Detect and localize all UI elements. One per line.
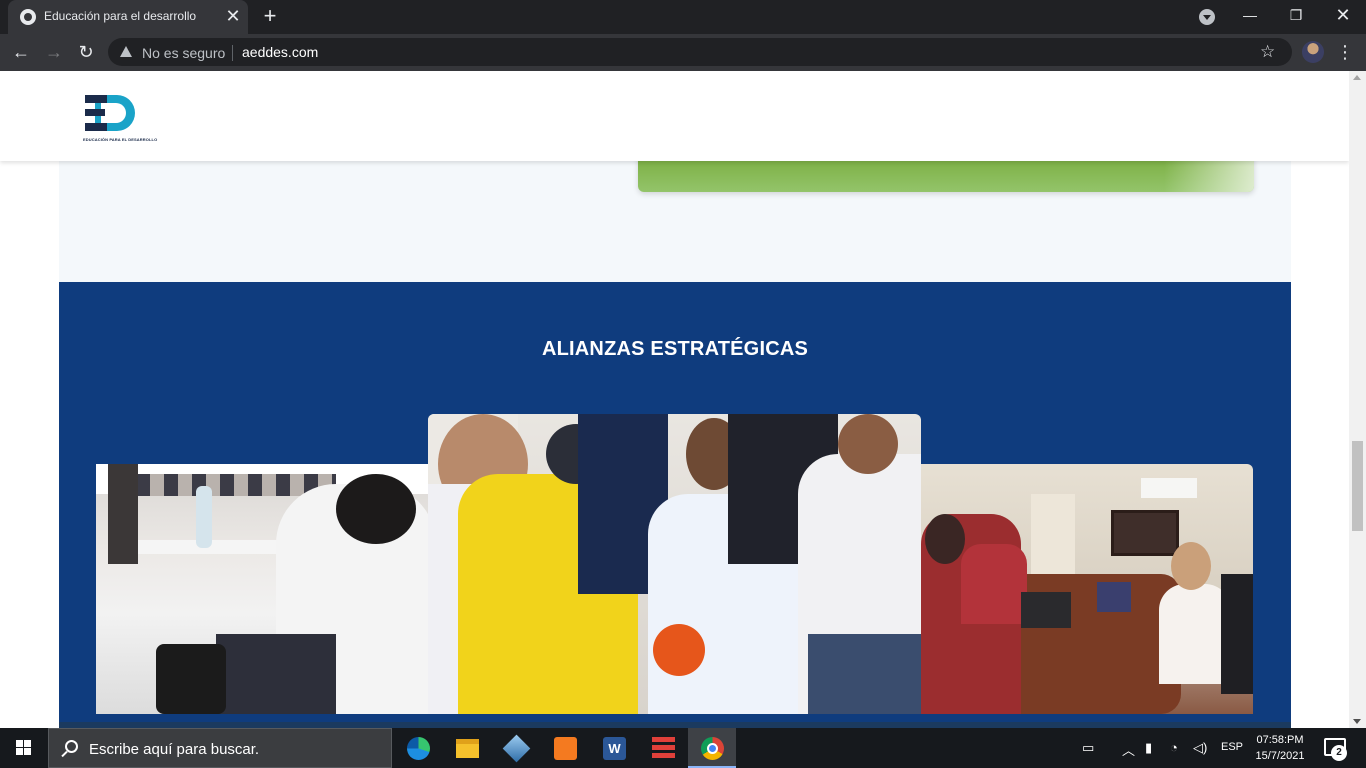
browser-tab[interactable]: Educación para el desarrollo ✕ (8, 0, 248, 34)
browser-toolbar: ← → ↻ No es seguro aeddes.com ☆ ⋮ (0, 34, 1366, 71)
page-viewport: EDUCACIÓN PARA EL DESARROLLO ALIANZAS ES… (0, 71, 1349, 728)
bookmark-star-icon[interactable]: ☆ (1260, 42, 1275, 62)
classroom-meeting-photo[interactable] (96, 464, 428, 714)
word-icon[interactable]: W (590, 728, 638, 768)
logo-text: EDUCACIÓN PARA EL DESARROLLO (83, 137, 158, 142)
app-icon[interactable] (639, 728, 687, 768)
scroll-thumb[interactable] (1352, 441, 1363, 531)
new-tab-button[interactable]: + (258, 4, 282, 28)
tab-search-icon[interactable] (1199, 9, 1215, 25)
address-bar[interactable]: No es seguro aeddes.com ☆ (108, 38, 1292, 66)
wifi-icon[interactable]: ◔ (1170, 740, 1178, 755)
chrome-icon[interactable] (688, 728, 736, 768)
scroll-down-arrow-icon[interactable] (1353, 719, 1361, 724)
scroll-up-arrow-icon[interactable] (1353, 75, 1361, 80)
alliances-section: ALIANZAS ESTRATÉGICAS (59, 282, 1291, 728)
search-icon (65, 740, 78, 753)
file-explorer-icon[interactable] (443, 728, 491, 768)
volume-icon[interactable]: ◁) (1193, 740, 1207, 756)
clock-time: 07:58:PM (1256, 734, 1304, 746)
site-logo[interactable]: EDUCACIÓN PARA EL DESARROLLO (73, 81, 158, 151)
site-header: EDUCACIÓN PARA EL DESARROLLO (0, 71, 1349, 161)
language-indicator[interactable]: ESP (1221, 741, 1243, 753)
omnibox-divider (232, 45, 233, 61)
more-menu-icon[interactable]: ⋮ (1336, 40, 1354, 64)
virtualbox-icon[interactable] (492, 728, 540, 768)
page-scrollbar[interactable] (1349, 71, 1366, 728)
xampp-icon[interactable] (541, 728, 589, 768)
clock-date: 15/7/2021 (1255, 750, 1305, 762)
url-text[interactable]: aeddes.com (242, 44, 318, 60)
warning-icon[interactable] (120, 46, 132, 57)
close-tab-icon[interactable]: ✕ (222, 5, 244, 27)
clock[interactable]: 07:58:PM 15/7/2021 (1252, 732, 1308, 764)
restore-button[interactable]: ❐ (1273, 0, 1319, 32)
notification-count-badge: 2 (1331, 745, 1347, 761)
section-title: ALIANZAS ESTRATÉGICAS (541, 338, 809, 360)
profile-avatar[interactable] (1302, 41, 1324, 63)
search-placeholder[interactable]: Escribe aquí para buscar. (89, 741, 259, 758)
forward-arrow-icon[interactable]: → (41, 40, 67, 66)
tab-title: Educación para el desarrollo (44, 9, 197, 23)
edge-icon[interactable] (394, 728, 442, 768)
minimize-button[interactable]: — (1227, 0, 1273, 32)
taskbar-search-box[interactable]: Escribe aquí para buscar. (48, 728, 392, 768)
close-window-button[interactable]: ✕ (1320, 0, 1366, 32)
logo-mark-icon (85, 95, 135, 131)
reload-icon[interactable]: ↻ (73, 40, 99, 66)
show-hidden-icons-chevron-icon[interactable]: ︿ (1122, 740, 1135, 759)
battery-icon[interactable]: ▮ (1145, 740, 1152, 756)
windows-taskbar: Escribe aquí para buscar. W ▭ ︿ ▮ ◔ ◁) E… (0, 728, 1366, 768)
globe-icon (20, 9, 36, 25)
browser-tab-strip: Educación para el desarrollo ✕ + — ❐ ✕ (0, 0, 1366, 34)
football-delivery-photo[interactable] (428, 414, 921, 714)
office-meeting-photo[interactable] (921, 464, 1253, 714)
back-arrow-icon[interactable]: ← (8, 40, 34, 66)
security-label[interactable]: No es seguro (142, 45, 225, 61)
news-widget-icon[interactable]: ▭ (1082, 740, 1094, 756)
windows-logo-icon (16, 740, 23, 747)
start-button[interactable] (0, 728, 48, 768)
